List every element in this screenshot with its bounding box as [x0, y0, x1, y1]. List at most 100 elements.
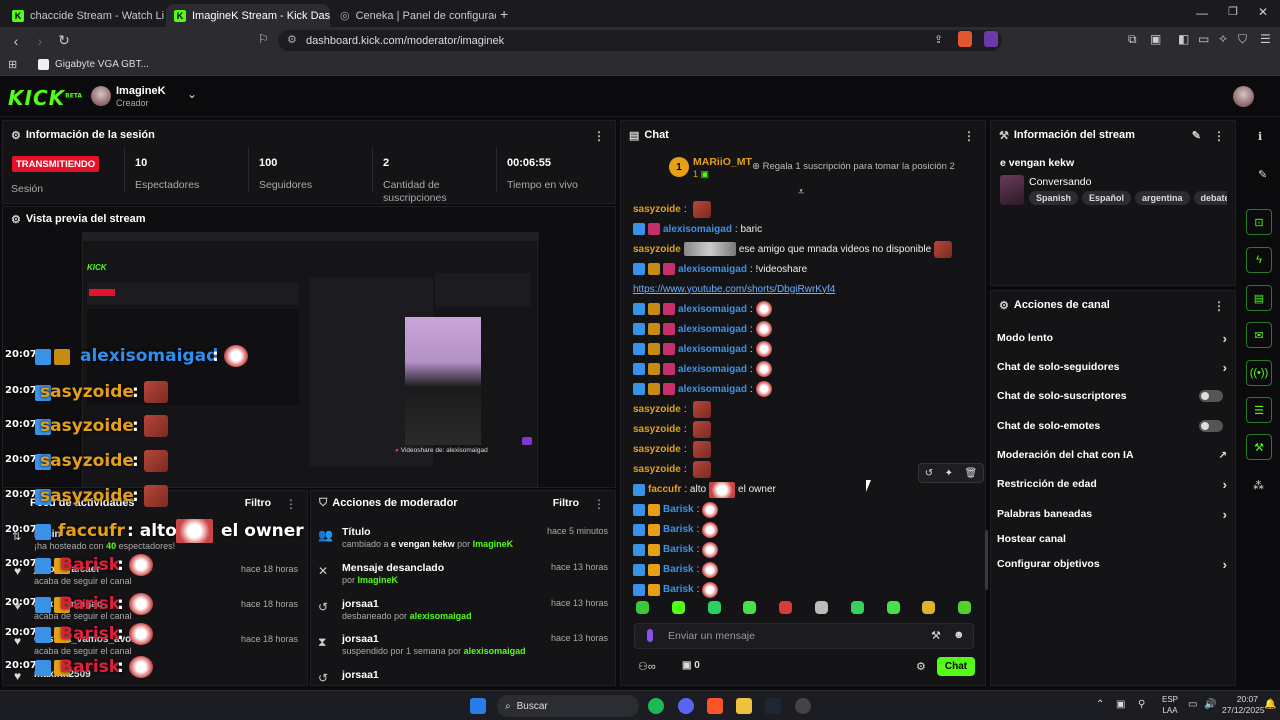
chat-settings-gear-icon[interactable]: ⚙ — [916, 660, 926, 673]
chat-username[interactable]: alexisomaigad — [678, 304, 747, 315]
minimize-icon[interactable]: — — [1196, 6, 1208, 20]
toggle-switch[interactable] — [1199, 390, 1223, 402]
chat-username[interactable]: Barisk — [663, 544, 694, 555]
more-options-icon[interactable]: ⋮ — [1213, 299, 1225, 313]
windows-start-icon[interactable] — [470, 698, 486, 714]
chat-username[interactable]: alexisomaigad — [678, 384, 747, 395]
edit-pencil-icon[interactable]: ✎ — [1192, 129, 1201, 142]
spotify-icon[interactable] — [648, 698, 664, 714]
desc-user[interactable]: ImagineK — [358, 575, 399, 585]
mic-tray-icon[interactable]: ⚲ — [1138, 699, 1145, 710]
rail-broadcast-button[interactable]: ((•)) — [1246, 360, 1272, 386]
chat-username[interactable]: Barisk — [663, 564, 694, 575]
tray-app-icon[interactable]: ▣ — [1116, 699, 1125, 710]
chat-username[interactable]: sasyzoide — [633, 244, 681, 255]
chevron-down-icon[interactable]: ⌄ — [187, 87, 197, 101]
more-options-icon[interactable]: ⋮ — [593, 497, 605, 511]
chat-scrollbar[interactable] — [985, 530, 988, 590]
site-info-icon[interactable]: ⚙ — [287, 33, 297, 46]
reply-icon[interactable]: ↺ — [925, 468, 933, 479]
quick-emote-6[interactable] — [815, 601, 828, 614]
pin-icon[interactable]: ✦ — [945, 468, 953, 479]
channel-action-2[interactable]: Chat de solo-seguidores › — [997, 357, 1227, 377]
chat-users-icon[interactable]: ⚇∞ — [638, 660, 656, 673]
rail-chat-button[interactable]: ✉ — [1246, 322, 1272, 348]
channel-action-9[interactable]: Configurar objetivos › — [997, 554, 1227, 574]
category-name[interactable]: Conversando — [1029, 176, 1091, 188]
file-explorer-icon[interactable] — [736, 698, 752, 714]
chat-username[interactable]: alexisomaigad — [678, 264, 747, 275]
collapse-pinned-icon[interactable]: ⩡ — [798, 186, 804, 199]
quick-emote-8[interactable] — [886, 601, 900, 614]
info-icon[interactable]: ℹ — [1258, 130, 1262, 143]
quick-emote-7[interactable] — [850, 601, 864, 614]
filter-button[interactable]: Filtro — [553, 497, 579, 509]
rewards-icon[interactable] — [984, 31, 998, 47]
browser-tab-1[interactable]: Kchaccide Stream - Watch Live on — [4, 4, 164, 27]
close-window-icon[interactable]: ✕ — [1258, 5, 1268, 19]
apps-grid-icon[interactable]: ⁂ — [1253, 479, 1264, 492]
kick-emote-icon[interactable]: ⚒ — [931, 629, 941, 642]
stream-tag[interactable]: Español — [1082, 191, 1132, 205]
discord-icon[interactable] — [678, 698, 694, 714]
quick-emote-10[interactable] — [958, 601, 972, 614]
desc-user[interactable]: alexisomaigad — [464, 646, 526, 656]
kick-logo[interactable]: KICKBETA — [8, 86, 82, 110]
language-indicator[interactable]: ESP LAA — [1162, 694, 1178, 716]
channel-action-3[interactable]: Chat de solo-suscriptores — [997, 386, 1227, 406]
back-icon[interactable]: ‹ — [4, 33, 28, 49]
sidebar-toggle-icon[interactable]: ◧ — [1178, 32, 1189, 46]
channel-action-7[interactable]: Palabras baneadas › — [997, 504, 1227, 524]
more-options-icon[interactable]: ⋮ — [963, 129, 975, 143]
obs-icon[interactable] — [795, 698, 811, 714]
gift-prompt[interactable]: ⊕ Regala 1 suscripción para tomar la pos… — [752, 161, 955, 172]
quick-emote-3[interactable] — [707, 601, 721, 614]
forward-icon[interactable]: › — [28, 33, 52, 49]
channel-action-1[interactable]: Modo lento › — [997, 328, 1227, 348]
brave-shield-icon[interactable] — [958, 31, 972, 47]
quick-emote-9[interactable] — [922, 601, 936, 614]
maximize-icon[interactable]: ❐ — [1228, 5, 1238, 18]
notification-icon[interactable]: 🔔 — [1264, 699, 1276, 710]
rail-doc-button[interactable]: ▤ — [1246, 285, 1272, 311]
stream-tag[interactable]: Spanish — [1029, 191, 1079, 205]
chat-username[interactable]: sasyzoide — [633, 464, 681, 475]
browser-tab-2[interactable]: KImagineK Stream - Kick Dashb✕ — [166, 4, 330, 27]
user-avatar[interactable] — [91, 86, 111, 106]
channel-action-6[interactable]: Restricción de edad › — [997, 474, 1227, 494]
wallet-icon[interactable]: ▭ — [1198, 32, 1209, 46]
desc-user[interactable]: ImagineK — [473, 539, 514, 549]
chat-username[interactable]: alexisomaigad — [663, 224, 732, 235]
emoji-icon[interactable]: ☻ — [953, 629, 965, 641]
chat-username[interactable]: alexisomaigad — [678, 324, 747, 335]
send-chat-button[interactable]: Chat — [937, 657, 975, 676]
stream-tag[interactable]: debate — [1193, 191, 1227, 205]
microphone-icon[interactable] — [647, 629, 653, 642]
chat-input-box[interactable]: Enviar un mensaje ⚒ ☻ — [634, 623, 974, 649]
channel-action-4[interactable]: Chat de solo-emotes — [997, 416, 1227, 436]
steam-icon[interactable] — [765, 698, 781, 714]
filter-button[interactable]: Filtro — [245, 497, 271, 509]
brave-icon[interactable] — [707, 698, 723, 714]
chat-username[interactable]: alexisomaigad — [678, 364, 747, 375]
new-tab-icon[interactable]: + — [500, 6, 508, 22]
toggle-switch[interactable] — [1199, 420, 1223, 432]
channel-action-8[interactable]: Hostear canal — [997, 529, 1227, 549]
volume-icon[interactable]: 🔊 — [1204, 699, 1216, 710]
chat-username[interactable]: sasyzoide — [633, 204, 681, 215]
desc-user[interactable]: alexisomaigad — [410, 611, 472, 621]
apps-icon[interactable]: ⊞ — [8, 58, 17, 71]
channel-action-5[interactable]: Moderación del chat con IA ↗ — [997, 445, 1227, 465]
chat-username[interactable]: Barisk — [663, 504, 694, 515]
vpn-icon[interactable]: ⛉ — [1238, 32, 1247, 47]
quick-emote-5[interactable] — [779, 601, 793, 614]
gift-sub-counter[interactable]: ▣ 0 — [682, 660, 700, 671]
chat-username[interactable]: Barisk — [663, 584, 694, 595]
quick-emote-1[interactable] — [636, 601, 649, 614]
clock[interactable]: 20:07 27/12/2025 — [1222, 694, 1265, 716]
category-thumbnail[interactable] — [1000, 175, 1024, 205]
pencil-icon[interactable]: ✎ — [1258, 168, 1267, 181]
taskbar-search[interactable]: ⌕ Buscar — [497, 695, 639, 717]
rail-clip-button[interactable]: ⊡ — [1246, 209, 1272, 235]
top-gifter-name[interactable]: MARiiO_MT — [693, 156, 752, 168]
